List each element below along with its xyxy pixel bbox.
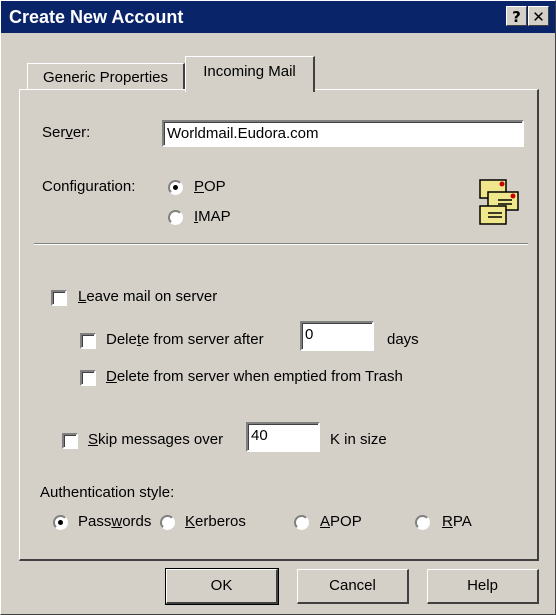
mail-accounts-icon (479, 179, 519, 225)
help-button[interactable]: Help (427, 569, 539, 604)
leave-mail-checkbox[interactable] (51, 290, 67, 306)
apop-radio[interactable] (294, 515, 309, 530)
cancel-button[interactable]: Cancel (297, 569, 409, 604)
ok-button[interactable]: OK (165, 568, 279, 605)
days-label: days (387, 331, 419, 348)
rpa-radio[interactable] (415, 515, 430, 530)
apop-label[interactable]: APOP (320, 513, 362, 530)
delete-after-days-field[interactable]: 0 (300, 321, 374, 351)
pop-radio[interactable] (168, 180, 183, 195)
authentication-label: Authentication style: (40, 484, 175, 501)
separator (34, 243, 528, 245)
leave-mail-label[interactable]: Leave mail on server (78, 288, 217, 305)
incoming-mail-panel: Server: Worldmail.Eudora.com Configurati… (19, 89, 539, 561)
passwords-radio[interactable] (53, 515, 68, 530)
skip-size-field[interactable]: 40 (246, 422, 320, 452)
delete-after-checkbox[interactable] (80, 333, 96, 349)
create-account-dialog: Create New Account ? ✕ Generic Propertie… (0, 0, 556, 615)
window-title: Create New Account (9, 7, 184, 27)
skip-messages-label[interactable]: Skip messages over (88, 431, 223, 448)
k-in-size-label: K in size (330, 431, 387, 448)
server-label: Server: (42, 124, 91, 141)
delete-after-label[interactable]: Delete from server after (106, 331, 264, 348)
help-title-button[interactable]: ? (506, 6, 527, 26)
configuration-label: Configuration: (42, 178, 136, 195)
server-field[interactable]: Worldmail.Eudora.com (162, 120, 524, 147)
delete-trash-label[interactable]: Delete from server when emptied from Tra… (106, 368, 403, 385)
kerberos-label[interactable]: Kerberos (185, 513, 246, 530)
imap-radio[interactable] (168, 210, 183, 225)
passwords-label[interactable]: Passwords (78, 513, 151, 530)
pop-label[interactable]: POP (194, 178, 226, 195)
rpa-label[interactable]: RPA (442, 513, 472, 530)
imap-label[interactable]: IMAP (194, 208, 231, 225)
skip-messages-checkbox[interactable] (62, 433, 78, 449)
title-bar: Create New Account ? ✕ (1, 1, 555, 33)
delete-trash-checkbox[interactable] (80, 370, 96, 386)
tab-incoming-mail[interactable]: Incoming Mail (185, 56, 315, 92)
close-title-button[interactable]: ✕ (528, 6, 549, 26)
kerberos-radio[interactable] (160, 515, 175, 530)
tab-generic-properties[interactable]: Generic Properties (27, 63, 185, 90)
